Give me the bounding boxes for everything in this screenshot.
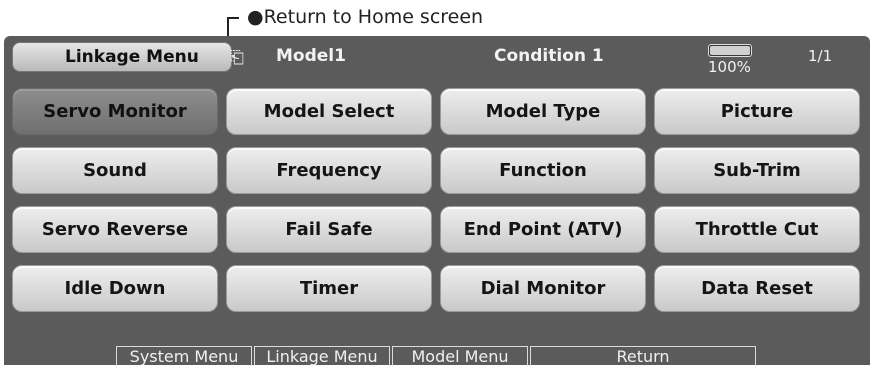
model-menu-tab[interactable]: Model Menu xyxy=(392,346,528,366)
menu-button-model-type[interactable]: Model Type xyxy=(440,88,646,135)
return-tab[interactable]: Return xyxy=(530,346,756,366)
menu-button-frequency[interactable]: Frequency xyxy=(226,147,432,194)
home-return-icon[interactable]: ⎗ xyxy=(226,49,248,67)
bottom-menu-bar: System Menu Linkage Menu Model Menu Retu… xyxy=(4,342,870,366)
callout-text: ●Return to Home screen xyxy=(247,6,484,28)
menu-button-picture[interactable]: Picture xyxy=(654,88,860,135)
page-indicator: 1/1 xyxy=(808,47,833,65)
menu-button-dial-monitor[interactable]: Dial Monitor xyxy=(440,265,646,312)
menu-button-servo-monitor[interactable]: Servo Monitor xyxy=(12,88,218,135)
callout-leader-tick xyxy=(227,17,239,19)
battery-level-fill xyxy=(710,46,750,55)
title-bar: Linkage Menu ⎗ Model1 Condition 1 100% 1… xyxy=(4,36,870,76)
menu-grid: Servo Monitor Model Select Model Type Pi… xyxy=(12,88,862,318)
menu-button-fail-safe[interactable]: Fail Safe xyxy=(226,206,432,253)
battery-icon xyxy=(708,44,752,57)
battery-percent: 100% xyxy=(708,58,751,76)
menu-button-model-select[interactable]: Model Select xyxy=(226,88,432,135)
condition-label: Condition 1 xyxy=(494,46,604,66)
home-button[interactable]: Linkage Menu xyxy=(12,42,232,72)
transmitter-screen: Linkage Menu ⎗ Model1 Condition 1 100% 1… xyxy=(4,36,870,366)
model-name: Model1 xyxy=(276,46,346,66)
menu-button-sub-trim[interactable]: Sub-Trim xyxy=(654,147,860,194)
menu-button-idle-down[interactable]: Idle Down xyxy=(12,265,218,312)
linkage-menu-tab[interactable]: Linkage Menu xyxy=(254,346,390,366)
menu-button-sound[interactable]: Sound xyxy=(12,147,218,194)
menu-button-end-point[interactable]: End Point (ATV) xyxy=(440,206,646,253)
system-menu-tab[interactable]: System Menu xyxy=(116,346,252,366)
menu-button-servo-reverse[interactable]: Servo Reverse xyxy=(12,206,218,253)
menu-button-data-reset[interactable]: Data Reset xyxy=(654,265,860,312)
menu-button-throttle-cut[interactable]: Throttle Cut xyxy=(654,206,860,253)
menu-button-function[interactable]: Function xyxy=(440,147,646,194)
menu-button-timer[interactable]: Timer xyxy=(226,265,432,312)
